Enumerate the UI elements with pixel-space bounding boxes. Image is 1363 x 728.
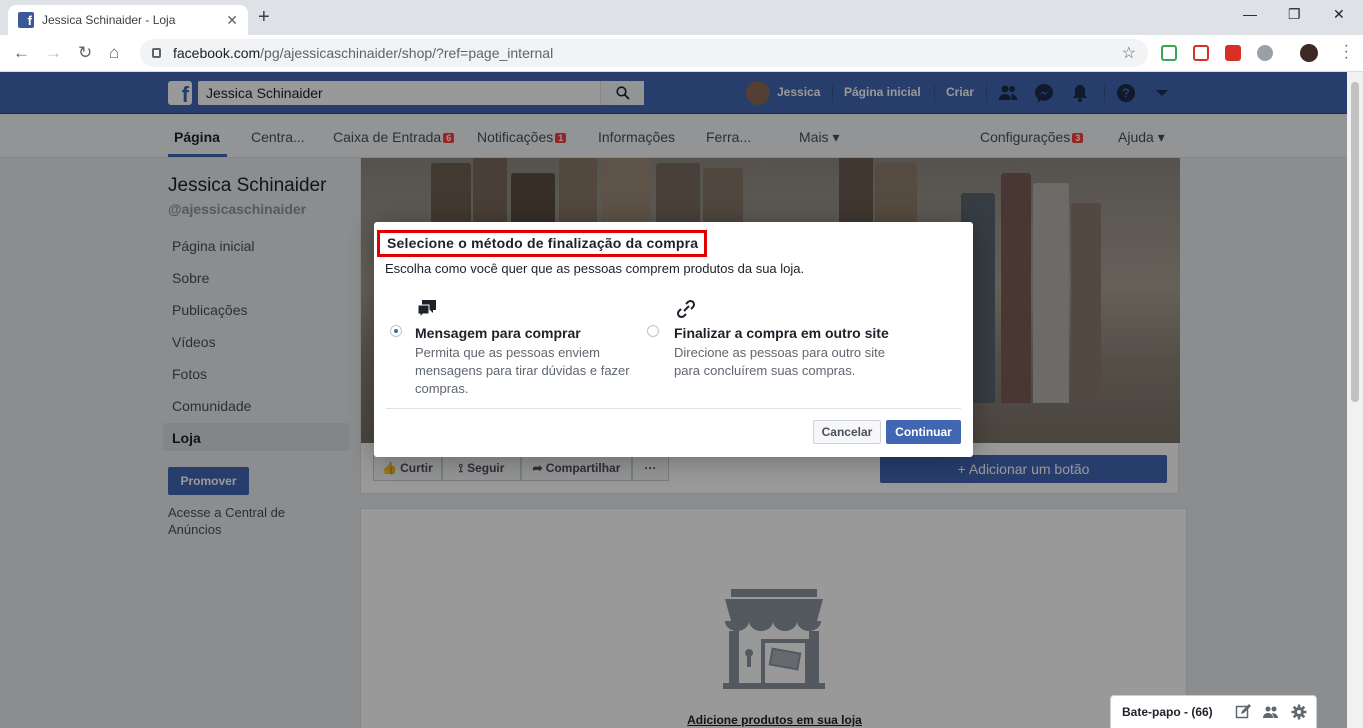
minimize-icon[interactable]: —	[1243, 6, 1257, 22]
bookmark-star-icon[interactable]: ☆	[1122, 43, 1136, 63]
scrollbar-thumb[interactable]	[1351, 82, 1359, 402]
dialog-subtitle: Escolha como você quer que as pessoas co…	[385, 261, 805, 276]
option-title: Finalizar a compra em outro site	[674, 325, 889, 341]
home-icon[interactable]: ⌂	[109, 43, 119, 63]
chat-label: Bate-papo - (66)	[1122, 705, 1213, 719]
profile-avatar[interactable]	[1300, 44, 1318, 62]
browser-menu-icon[interactable]: · · ·	[1344, 38, 1349, 66]
option-description: Permita que as pessoas enviem mensagens …	[415, 345, 630, 396]
new-tab-icon[interactable]: +	[258, 6, 270, 29]
continue-button[interactable]: Continuar	[886, 420, 961, 444]
gear-icon[interactable]	[1291, 704, 1307, 720]
url-path: /pg/ajessicaschinaider/shop/?ref=page_in…	[260, 45, 554, 61]
extension-icon[interactable]	[1161, 45, 1177, 61]
back-icon[interactable]: ←	[13, 43, 30, 63]
facebook-favicon-icon: f	[18, 12, 34, 28]
dialog-title: Selecione o método de finalização da com…	[377, 230, 708, 257]
cancel-button[interactable]: Cancelar	[813, 420, 881, 444]
browser-tabstrip: f Jessica Schinaider - Loja ✕ + — ❐ ✕	[0, 0, 1363, 35]
checkout-method-dialog: Selecione o método de finalização da com…	[374, 222, 973, 457]
browser-tab[interactable]: f Jessica Schinaider - Loja ✕	[8, 5, 248, 35]
option-title: Mensagem para comprar	[415, 325, 581, 341]
extension-icon[interactable]	[1225, 45, 1241, 61]
radio-message-to-buy[interactable]	[390, 325, 402, 337]
option-description: Direcione as pessoas para outro site par…	[674, 345, 886, 378]
extension-icon[interactable]	[1257, 45, 1273, 61]
dialog-divider	[386, 408, 961, 409]
lock-icon	[152, 48, 161, 58]
chat-bubbles-icon	[417, 300, 436, 319]
extension-icon[interactable]	[1193, 45, 1209, 61]
close-window-icon[interactable]: ✕	[1333, 6, 1345, 23]
close-tab-icon[interactable]: ✕	[226, 12, 238, 29]
address-bar: ← → ↻ ⌂ facebook.com/pg/ajessicaschinaid…	[0, 35, 1363, 72]
tab-title: Jessica Schinaider - Loja	[42, 13, 176, 27]
radio-checkout-other-site[interactable]	[647, 325, 659, 337]
url-field[interactable]: facebook.com/pg/ajessicaschinaider/shop/…	[140, 39, 1148, 67]
forward-icon[interactable]: →	[45, 43, 62, 63]
chat-bar[interactable]: Bate-papo - (66)	[1110, 695, 1317, 728]
compose-icon[interactable]	[1235, 704, 1251, 720]
page-scrollbar[interactable]	[1347, 72, 1363, 728]
reload-icon[interactable]: ↻	[78, 43, 92, 63]
url-domain: facebook.com	[173, 45, 261, 61]
restore-icon[interactable]: ❐	[1288, 6, 1301, 23]
link-chain-icon	[676, 299, 696, 319]
group-icon[interactable]	[1263, 704, 1279, 720]
